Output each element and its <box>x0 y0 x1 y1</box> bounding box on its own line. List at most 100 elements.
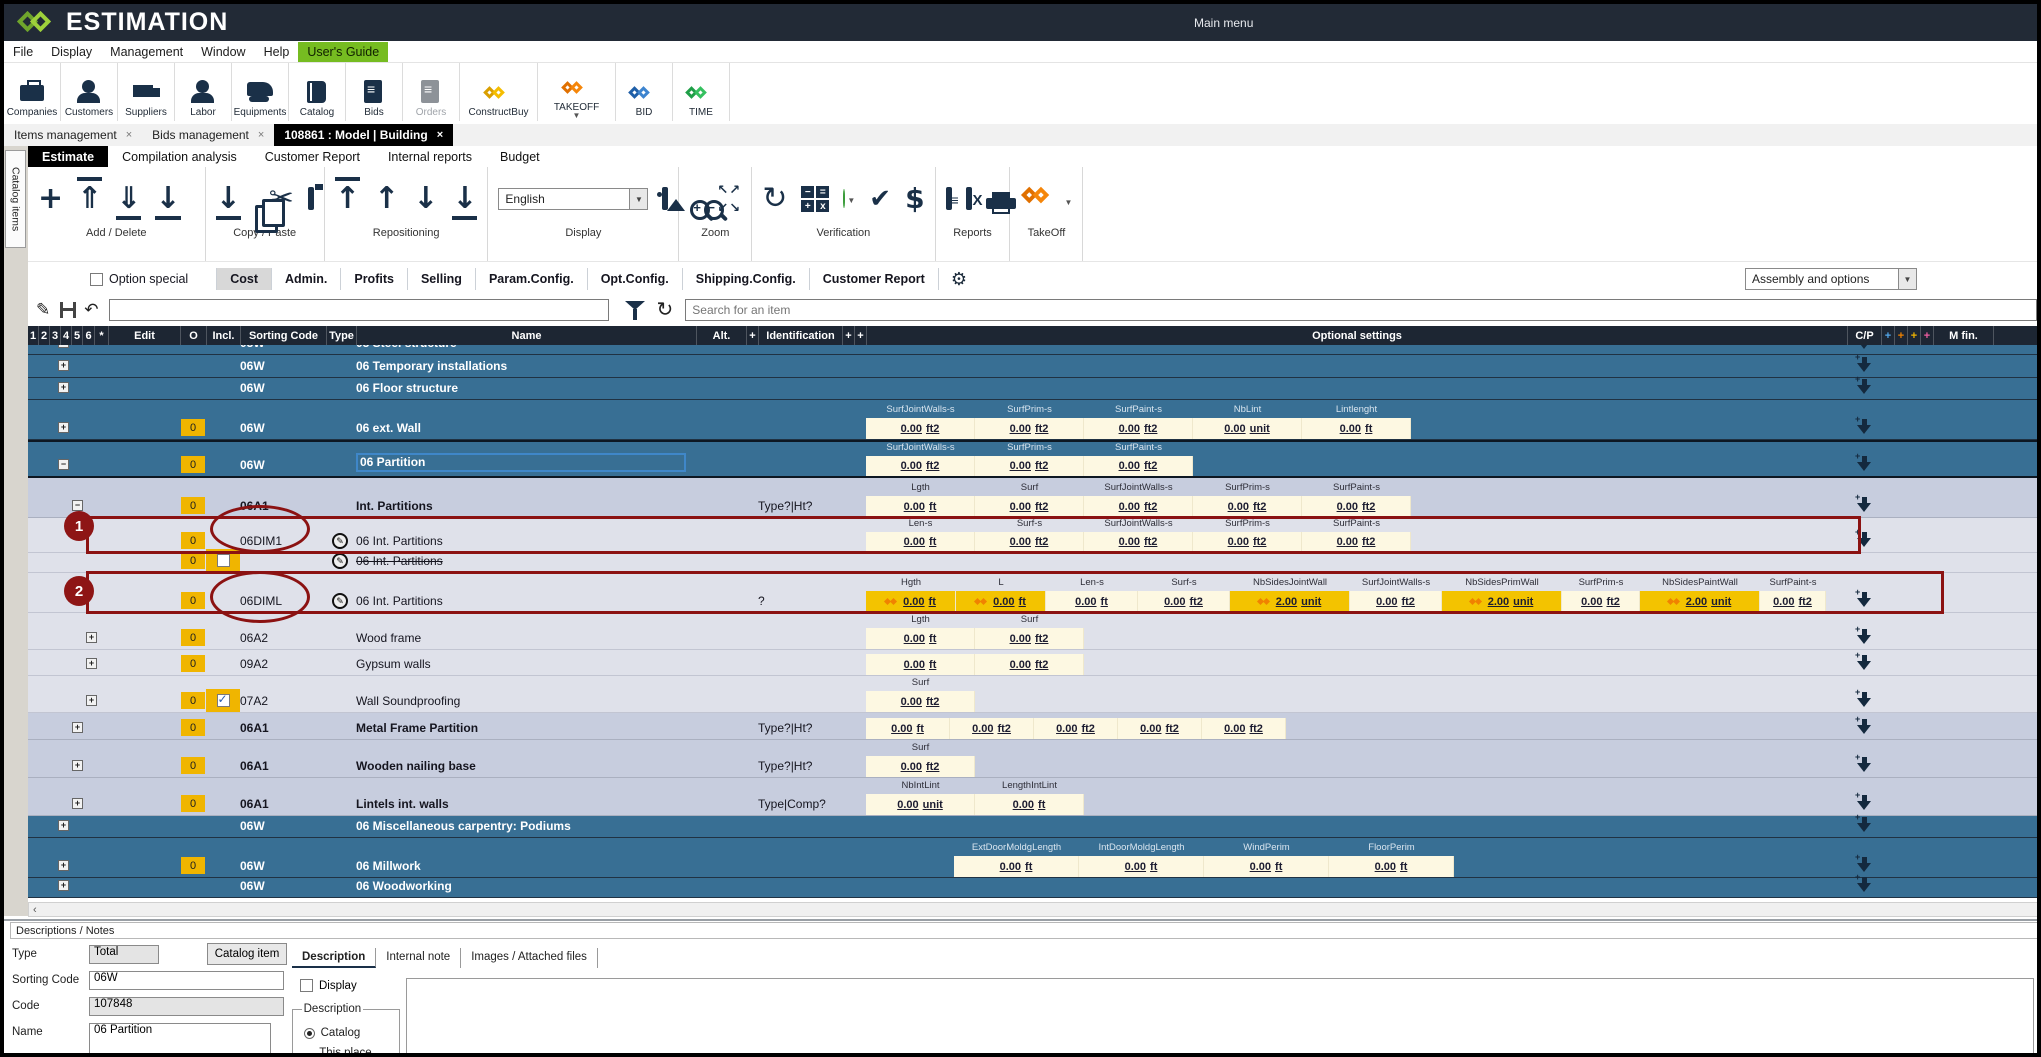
optional-cell-ft2[interactable]: 0.00 ft2 <box>950 713 1034 739</box>
row-edit-cell[interactable] <box>108 838 180 877</box>
radio-this-place-row-[interactable]: This place (row) <box>304 1047 389 1057</box>
catalog-items-side-tab[interactable]: Catalog items <box>5 150 26 248</box>
clipboard-icon[interactable] <box>308 190 314 208</box>
grid-header-tree-3[interactable]: 3 <box>50 326 61 345</box>
grid-header-type[interactable]: Type <box>327 326 357 345</box>
table-row-06A1-13[interactable]: +006A1Wooden nailing baseType?|Ht?Surf0.… <box>28 740 2041 778</box>
excel-icon[interactable] <box>966 190 972 208</box>
undo-icon[interactable]: ↶ <box>84 300 98 320</box>
subtab-internal-reports[interactable]: Internal reports <box>374 146 486 167</box>
main-menu-label[interactable]: Main menu <box>1194 16 1253 30</box>
expand-icon[interactable]: + <box>72 798 83 809</box>
copy-down-icon[interactable]: + <box>1857 419 1872 435</box>
filter-funnel-icon[interactable] <box>625 300 645 320</box>
optional-cell-Lgth[interactable]: Lgth0.00 ft <box>866 613 975 649</box>
grid-header-incl-[interactable]: Incl. <box>207 326 241 345</box>
row-zero-badge[interactable]: 0 <box>181 419 205 436</box>
app-toolbar-equipments[interactable]: Equipments <box>232 63 289 121</box>
optional-cell-IntDoorMoldgLength[interactable]: IntDoorMoldgLength0.00 ft <box>1079 838 1204 877</box>
optional-cell-value[interactable]: 0.00 ft <box>975 794 1084 815</box>
expand-icon[interactable]: + <box>58 422 69 433</box>
horizontal-scrollbar[interactable]: ‹ <box>28 902 2041 917</box>
copy-down-icon[interactable]: + <box>1857 497 1872 513</box>
collapse-icon[interactable]: − <box>72 500 83 511</box>
copy-down-icon[interactable]: + <box>1857 795 1872 811</box>
table-row-item-7[interactable]: 0✎06 Int. Partitions <box>28 553 2041 573</box>
row-edit-cell[interactable] <box>108 778 180 815</box>
optional-cell-SurfPaint-s[interactable]: SurfPaint-s0.00 ft2 <box>1760 573 1826 612</box>
dollar-icon[interactable]: $ <box>905 184 924 214</box>
optional-cell-value[interactable]: 0.00 ft2 <box>1084 496 1193 517</box>
status-dot-icon[interactable]: ▼ <box>843 190 855 208</box>
optional-cell-Surf-s[interactable]: Surf-s0.00 ft2 <box>975 518 1084 552</box>
optional-cell-value[interactable]: 0.00 ft2 <box>1202 718 1286 739</box>
copy-down-icon[interactable]: + <box>1857 357 1872 373</box>
copy-down-icon[interactable]: + <box>1857 857 1872 873</box>
expand-icon[interactable]: + <box>58 820 69 831</box>
optional-cell-Surf[interactable]: Surf0.00 ft2 <box>975 478 1084 517</box>
grid-header--[interactable]: + <box>747 326 759 345</box>
grid-header--[interactable]: + <box>843 326 855 345</box>
row-edit-cell[interactable] <box>108 518 180 552</box>
optional-cell-Surf-s[interactable]: Surf-s0.00 ft2 <box>1138 573 1230 612</box>
report-doc-icon[interactable] <box>946 190 952 208</box>
table-row-06DIML-8[interactable]: 006DIML✎06 Int. Partitions?Hgth0.00 ftL0… <box>28 573 2041 613</box>
grid-header-m-fin[interactable]: M fin. <box>1934 326 1994 345</box>
grid-header-alt-[interactable]: Alt. <box>697 326 747 345</box>
row-edit-cell[interactable] <box>108 650 180 675</box>
optional-cell-NbSidesJointWall[interactable]: NbSidesJointWall2.00 unit <box>1230 573 1350 612</box>
optional-cell-ft[interactable]: 0.00 ft <box>866 713 950 739</box>
optional-cell-value[interactable]: 0.00 ft2 <box>1562 591 1640 612</box>
grid-header-plus-2[interactable]: + <box>1908 326 1921 345</box>
move-up-icon[interactable]: ↑ <box>374 184 399 214</box>
collapse-icon[interactable]: − <box>58 459 69 470</box>
menu-item-display[interactable]: Display <box>42 42 101 62</box>
chevron-down-icon[interactable]: ▼ <box>573 113 581 118</box>
optional-cell-SurfPrim-s[interactable]: SurfPrim-s0.00 ft2 <box>975 400 1084 439</box>
option-special-checkbox[interactable]: Option special <box>90 272 188 286</box>
optional-cell-SurfPaint-s[interactable]: SurfPaint-s0.00 ft2 <box>1084 442 1193 476</box>
row-zero-badge[interactable]: 0 <box>181 497 205 514</box>
expand-icon[interactable]: + <box>58 345 69 348</box>
expand-icon[interactable]: + <box>72 722 83 733</box>
search-input[interactable] <box>685 299 2037 321</box>
description-content-area[interactable] <box>406 978 2034 1057</box>
optional-cell-value[interactable]: 0.00 ft2 <box>866 456 975 476</box>
assembly-options-dropdown[interactable]: Assembly and options▼ <box>1745 268 1917 290</box>
row-zero-badge[interactable]: 0 <box>181 629 205 646</box>
copy-down-icon[interactable]: + <box>1857 629 1872 645</box>
optional-cell-Lgth[interactable]: Lgth0.00 ft <box>866 478 975 517</box>
checkbox-unchecked-icon[interactable] <box>217 554 230 567</box>
filter-button-admin-[interactable]: Admin. <box>272 268 341 290</box>
table-row-07A2-11[interactable]: +007A2Wall SoundproofingSurf0.00 ft2+ <box>28 676 2041 713</box>
row-zero-badge[interactable]: 0 <box>181 592 205 609</box>
optional-cell-SurfJointWalls-s[interactable]: SurfJointWalls-s0.00 ft2 <box>866 400 975 439</box>
row-edit-cell[interactable] <box>108 816 180 837</box>
catalog-item-button[interactable]: Catalog item <box>207 943 287 965</box>
optional-cell-L[interactable]: L0.00 ft <box>956 573 1046 612</box>
optional-cell-value[interactable]: 2.00 unit <box>1230 591 1350 612</box>
optional-cell-value[interactable]: 0.00 ft2 <box>1302 532 1411 552</box>
optional-cell-SurfJointWalls-s[interactable]: SurfJointWalls-s0.00 ft2 <box>866 442 975 476</box>
optional-cell-value[interactable]: 0.00 ft <box>866 591 956 612</box>
optional-cell-Surf[interactable]: Surf0.00 ft2 <box>866 740 975 777</box>
table-row-05W-0[interactable]: +05W05 Steel structure+ <box>28 345 2041 355</box>
radio-catalog[interactable]: Catalog <box>304 1027 389 1039</box>
optional-cell-value[interactable]: 0.00 ft2 <box>975 654 1084 675</box>
optional-cell-SurfJointWalls-s[interactable]: SurfJointWalls-s0.00 ft2 <box>1350 573 1442 612</box>
optional-cell-value[interactable]: 0.00 ft <box>1302 418 1411 439</box>
close-icon[interactable]: × <box>258 129 264 141</box>
optional-cell-value[interactable]: 0.00 ft2 <box>975 456 1084 476</box>
filter-button-cost[interactable]: Cost <box>216 268 272 290</box>
optional-cell-value[interactable]: 0.00 ft <box>866 654 975 675</box>
app-toolbar-labor[interactable]: Labor <box>175 63 232 121</box>
grid-header-plus-1[interactable]: + <box>1895 326 1908 345</box>
app-toolbar-orders[interactable]: Orders <box>403 63 460 121</box>
bottom-tab-description[interactable]: Description <box>292 948 376 968</box>
app-toolbar-suppliers[interactable]: Suppliers <box>118 63 175 121</box>
copy-down-icon[interactable]: + <box>1857 757 1872 773</box>
optional-cell-value[interactable]: 0.00 ft2 <box>975 496 1084 517</box>
optional-cell-SurfPrim-s[interactable]: SurfPrim-s0.00 ft2 <box>1193 518 1302 552</box>
optional-cell-SurfPaint-s[interactable]: SurfPaint-s0.00 ft2 <box>1302 518 1411 552</box>
optional-cell-Len-s[interactable]: Len-s0.00 ft <box>866 518 975 552</box>
